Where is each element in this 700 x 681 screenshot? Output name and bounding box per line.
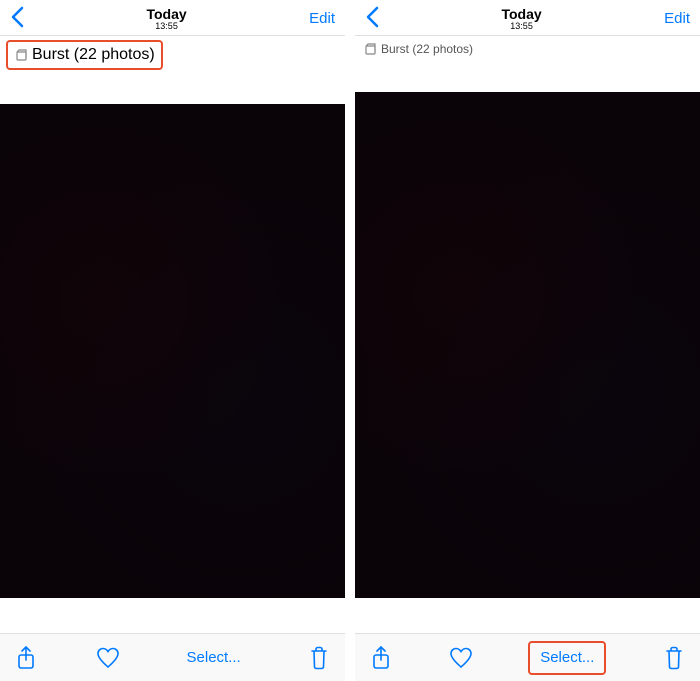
- burst-row-wrapper: Burst (22 photos): [0, 36, 345, 74]
- page-time: 13:55: [379, 21, 664, 31]
- select-button[interactable]: Select...: [179, 645, 249, 670]
- share-icon[interactable]: [369, 646, 393, 670]
- header: Today 13:55 Edit: [355, 0, 700, 36]
- page-title: Today: [379, 6, 664, 22]
- burst-highlight: Burst (22 photos): [6, 40, 163, 70]
- share-icon[interactable]: [14, 646, 38, 670]
- trash-icon[interactable]: [662, 646, 686, 670]
- page-title: Today: [24, 6, 309, 22]
- header-center: Today 13:55: [24, 6, 309, 31]
- edit-button[interactable]: Edit: [309, 10, 335, 27]
- burst-label: Burst (22 photos): [32, 46, 155, 64]
- select-highlight: Select...: [528, 641, 606, 675]
- photo-viewer[interactable]: [355, 92, 700, 598]
- heart-icon[interactable]: [96, 646, 120, 670]
- edit-button[interactable]: Edit: [664, 10, 690, 27]
- bottom-toolbar: Select...: [0, 633, 345, 681]
- burst-stack-icon: [14, 48, 28, 62]
- back-chevron-icon[interactable]: [365, 6, 379, 32]
- back-chevron-icon[interactable]: [10, 6, 24, 32]
- photo-viewer[interactable]: [0, 104, 345, 598]
- trash-icon[interactable]: [307, 646, 331, 670]
- header-center: Today 13:55: [379, 6, 664, 31]
- header: Today 13:55 Edit: [0, 0, 345, 36]
- select-button[interactable]: Select...: [540, 649, 594, 666]
- burst-row: Burst (22 photos): [355, 36, 700, 62]
- burst-stack-icon: [363, 42, 377, 56]
- phone-screen-left: Today 13:55 Edit Burst (22 photos): [0, 0, 345, 681]
- bottom-toolbar: Select...: [355, 633, 700, 681]
- phone-screen-right: Today 13:55 Edit Burst (22 photos): [355, 0, 700, 681]
- page-time: 13:55: [24, 21, 309, 31]
- burst-label: Burst (22 photos): [381, 42, 473, 56]
- heart-icon[interactable]: [449, 646, 473, 670]
